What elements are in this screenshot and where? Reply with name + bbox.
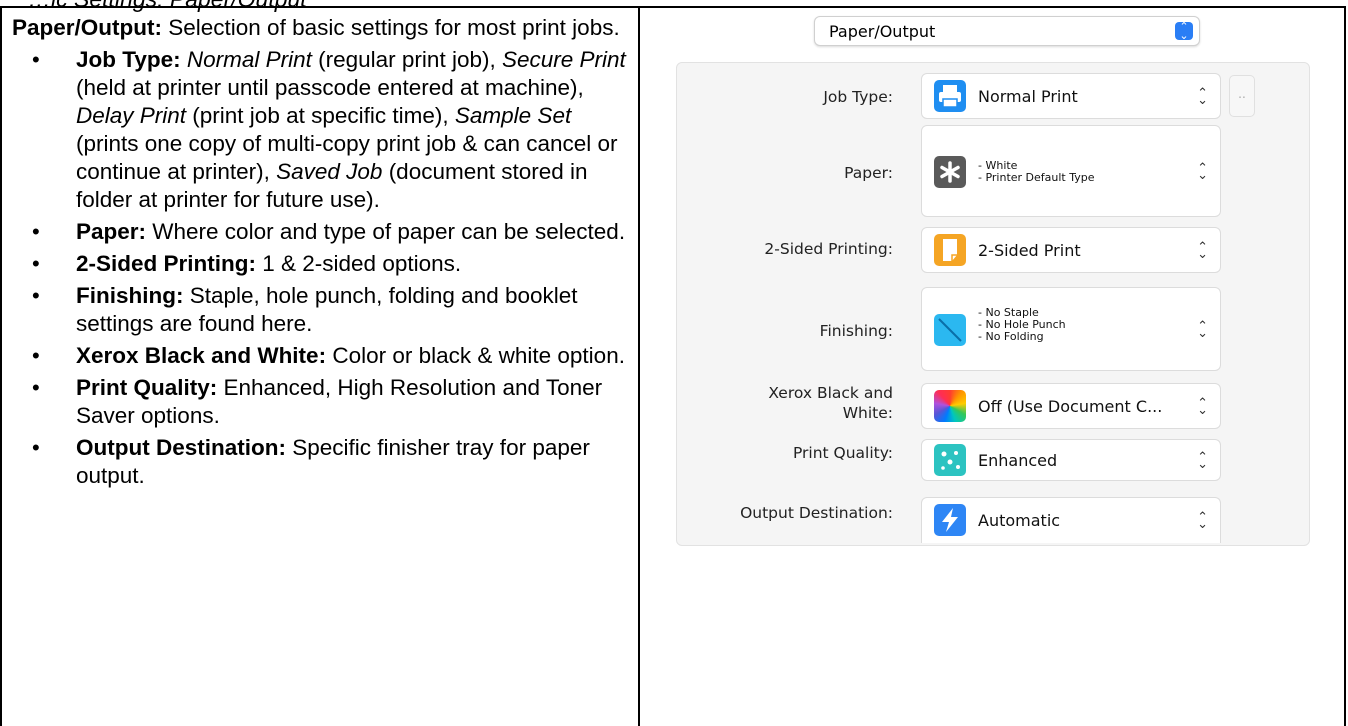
bullet-icon: • bbox=[32, 219, 40, 244]
option-name: Sample Set bbox=[454, 103, 572, 128]
black-white-label-line1: Xerox Black and bbox=[768, 384, 893, 402]
table-column-divider bbox=[638, 6, 640, 726]
section-select-value: Paper/Output bbox=[829, 22, 936, 41]
finishing-icon bbox=[934, 314, 966, 346]
chevron-updown-icon: ⌃ ⌄ bbox=[1197, 240, 1208, 262]
job-type-label: Job Type: bbox=[823, 88, 893, 106]
finishing-label: Finishing: bbox=[819, 322, 893, 340]
black-white-value: Off (Use Document C... bbox=[978, 397, 1163, 416]
job-type-value: Normal Print bbox=[978, 87, 1078, 106]
black-white-popup[interactable]: Off (Use Document C... ⌃ ⌄ bbox=[921, 383, 1221, 429]
finishing-folding: - No Folding bbox=[978, 330, 1044, 343]
bullet-term: Print Quality: bbox=[76, 375, 218, 400]
chevron-updown-icon: ⌃ ⌄ bbox=[1197, 319, 1208, 341]
settings-bullet: • Xerox Black and White: Color or black &… bbox=[12, 342, 632, 370]
option-name: Secure Print bbox=[501, 47, 626, 72]
job-type-popup[interactable]: Normal Print ⌃ ⌄ bbox=[921, 73, 1221, 119]
section-select[interactable]: Paper/Output ⌃ ⌄ bbox=[814, 16, 1200, 46]
bullet-text: Color or black & white option. bbox=[326, 343, 625, 368]
option-name: Delay Print bbox=[76, 103, 187, 128]
output-destination-label: Output Destination: bbox=[740, 504, 893, 522]
bullet-icon: • bbox=[32, 283, 40, 308]
sparkle-icon bbox=[934, 444, 966, 476]
bullet-term: Xerox Black and White: bbox=[76, 343, 327, 368]
bullet-term: Paper: bbox=[76, 219, 147, 244]
bullet-term: Job Type: bbox=[76, 47, 181, 72]
bullet-text: Where color and type of paper can be sel… bbox=[146, 219, 626, 244]
description-column: Paper/Output: Selection of basic setting… bbox=[12, 14, 632, 494]
chevron-updown-icon: ⌃ ⌄ bbox=[1197, 86, 1208, 108]
two-sided-value: 2-Sided Print bbox=[978, 241, 1081, 260]
settings-bullet: • Job Type: Normal Print (regular print j… bbox=[12, 46, 632, 214]
bullet-text: (regular print job), bbox=[311, 47, 502, 72]
bullet-text: (print job at specific time), bbox=[186, 103, 455, 128]
bullet-icon: • bbox=[32, 435, 40, 460]
bullet-icon: • bbox=[32, 343, 40, 368]
bullet-icon: • bbox=[32, 47, 40, 72]
paper-output-panel: Job Type: Normal Print ⌃ ⌄ .. Paper: - Wh… bbox=[676, 62, 1310, 546]
chevron-updown-icon: ⌃ ⌄ bbox=[1197, 161, 1208, 183]
lightning-icon bbox=[934, 504, 966, 536]
paper-type: - Printer Default Type bbox=[978, 171, 1095, 184]
output-destination-value: Automatic bbox=[978, 511, 1061, 530]
option-name: Saved Job bbox=[276, 159, 383, 184]
settings-bullet: • Print Quality: Enhanced, High Resolutio… bbox=[12, 374, 632, 430]
paper-label: Paper: bbox=[844, 164, 893, 182]
bullet-text: 1 & 2-sided options. bbox=[256, 251, 462, 276]
bullet-text: (held at printer until passcode entered … bbox=[76, 75, 584, 100]
output-destination-popup[interactable]: Automatic ⌃ ⌄ bbox=[921, 497, 1221, 543]
bullet-term: Finishing: bbox=[76, 283, 184, 308]
black-white-label: Xerox Black and White: bbox=[677, 383, 893, 423]
finishing-popup[interactable]: - No Staple - No Hole Punch - No Folding… bbox=[921, 287, 1221, 371]
print-quality-popup[interactable]: Enhanced ⌃ ⌄ bbox=[921, 439, 1221, 481]
bullet-term: 2-Sided Printing: bbox=[76, 251, 256, 276]
paper-popup[interactable]: - White - Printer Default Type ⌃ ⌄ bbox=[921, 125, 1221, 217]
stepper-icon: ⌃ ⌄ bbox=[1175, 21, 1193, 41]
print-quality-label: Print Quality: bbox=[792, 444, 893, 462]
settings-bullet: • Output Destination: Specific finisher t… bbox=[12, 434, 632, 490]
job-type-options-button[interactable]: .. bbox=[1229, 75, 1255, 117]
duplex-page-icon bbox=[934, 234, 966, 266]
print-quality-value: Enhanced bbox=[978, 451, 1058, 470]
chevron-updown-icon: ⌃ ⌄ bbox=[1197, 510, 1208, 532]
bullet-icon: • bbox=[32, 375, 40, 400]
two-sided-label: 2-Sided Printing: bbox=[764, 240, 893, 258]
settings-bullet: • 2-Sided Printing: 1 & 2-sided options. bbox=[12, 250, 632, 278]
printer-icon bbox=[934, 80, 966, 112]
option-name: Normal Print bbox=[186, 47, 312, 72]
color-wheel-icon bbox=[934, 390, 966, 422]
bullet-term: Output Destination: bbox=[76, 435, 286, 460]
chevron-updown-icon: ⌃ ⌄ bbox=[1197, 450, 1208, 472]
intro-paragraph: Paper/Output: Selection of basic setting… bbox=[12, 14, 632, 42]
settings-bullet: • Finishing: Staple, hole punch, folding … bbox=[12, 282, 632, 338]
two-sided-popup[interactable]: 2-Sided Print ⌃ ⌄ bbox=[921, 227, 1221, 273]
chevron-updown-icon: ⌃ ⌄ bbox=[1197, 396, 1208, 418]
settings-bullet: • Paper: Where color and type of paper ca… bbox=[12, 218, 632, 246]
settings-bullet-list: • Job Type: Normal Print (regular print j… bbox=[12, 46, 632, 490]
asterisk-icon bbox=[934, 156, 966, 188]
intro-term: Paper/Output: bbox=[12, 15, 162, 40]
intro-text: Selection of basic settings for most pri… bbox=[162, 15, 620, 40]
bullet-icon: • bbox=[32, 251, 40, 276]
black-white-label-line2: White: bbox=[842, 404, 893, 422]
